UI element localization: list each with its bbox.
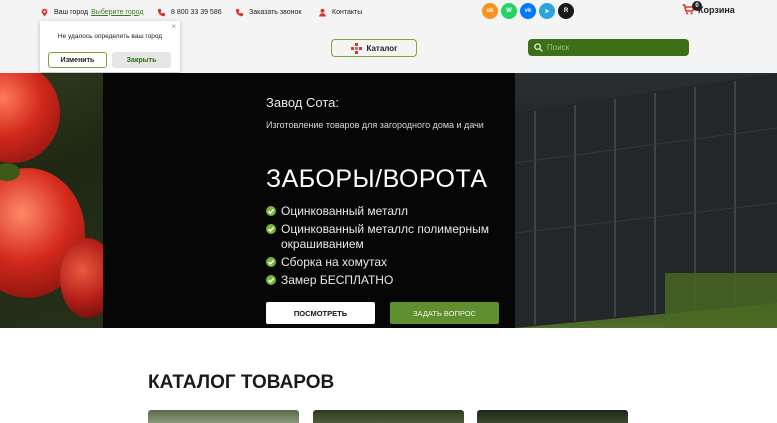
popup-message: Не удалось определить ваш город xyxy=(57,33,163,40)
cart-label: Корзина xyxy=(698,4,735,15)
catalog-button[interactable]: Каталог xyxy=(331,39,417,57)
feature-text: Оцинкованный металл xyxy=(281,204,408,218)
odnoklassniki-icon[interactable]: ok xyxy=(482,3,498,19)
check-circle-icon xyxy=(266,224,276,234)
page: Ваш город Выберите город 8 800 33 39 586… xyxy=(0,0,777,423)
rutube-icon[interactable]: R xyxy=(558,3,574,19)
catalog-card[interactable] xyxy=(148,410,299,423)
close-popup-button[interactable]: Закрыть xyxy=(112,52,171,68)
hero-description: Изготовление товаров для загородного дом… xyxy=(266,120,484,130)
catalog-card[interactable] xyxy=(477,410,628,423)
hero-banner: Завод Сота: Изготовление товаров для заг… xyxy=(0,73,777,328)
cart-count-badge: 0 xyxy=(692,1,702,11)
contacts-link[interactable]: Контакты xyxy=(318,6,362,18)
vk-icon[interactable]: vk xyxy=(520,3,536,19)
close-icon[interactable]: × xyxy=(171,22,176,31)
view-button[interactable]: ПОСМОТРЕТЬ xyxy=(266,302,375,324)
select-city-link[interactable]: Выберите город xyxy=(91,9,143,16)
catalog-grid-icon xyxy=(350,42,362,54)
telegram-icon[interactable]: ➤ xyxy=(539,3,555,19)
city-label: Ваш город xyxy=(54,8,89,16)
social-links: ok Wvk ➤ R xyxy=(482,3,574,19)
feature-text: Замер БЕСПЛАТНО xyxy=(281,273,394,287)
fence-photo xyxy=(515,73,777,328)
feature-item: Замер БЕСПЛАТНО xyxy=(266,273,511,288)
contacts-label: Контакты xyxy=(332,8,363,16)
hero-title: ЗАБОРЫ/ВОРОТА xyxy=(266,165,488,193)
catalog-title: КАТАЛОГ ТОВАРОВ xyxy=(148,372,335,393)
catalog-label: Каталог xyxy=(366,43,398,53)
city-selector[interactable]: Ваш город Выберите город xyxy=(40,6,143,18)
callback-label: Заказать звонок xyxy=(249,8,302,16)
city-popup: × Не удалось определить ваш город Измени… xyxy=(40,21,180,72)
phone-link[interactable]: 8 800 33 39 586 xyxy=(157,6,222,18)
hero-features: Оцинкованный металл Оцинкованный металлс … xyxy=(266,204,511,291)
callback-link[interactable]: Заказать звонок xyxy=(235,6,301,18)
feature-item: Сборка на хомутах xyxy=(266,255,511,270)
check-circle-icon xyxy=(266,257,276,267)
hero-company: Завод Сота: xyxy=(266,95,339,110)
feature-text: Оцинкованный металлс полимерным окрашива… xyxy=(281,222,490,251)
user-icon xyxy=(319,8,326,17)
phone-icon xyxy=(157,8,166,16)
change-city-button[interactable]: Изменить xyxy=(48,52,107,68)
check-circle-icon xyxy=(266,275,276,285)
cart-link[interactable]: 0 Корзина xyxy=(682,1,735,15)
ask-question-button[interactable]: ЗАДАТЬ ВОПРОС xyxy=(390,302,499,324)
search-input[interactable] xyxy=(547,43,677,52)
callback-phone-icon xyxy=(235,8,244,16)
feature-item: Оцинкованный металл xyxy=(266,204,511,219)
search-bar[interactable] xyxy=(528,39,689,56)
tomato-image xyxy=(0,73,103,328)
feature-item: Оцинкованный металлс полимерным окрашива… xyxy=(266,222,511,252)
whatsapp-icon[interactable]: W xyxy=(501,3,517,19)
feature-text: Сборка на хомутах xyxy=(281,255,388,269)
phone-number: 8 800 33 39 586 xyxy=(171,8,222,16)
catalog-card[interactable] xyxy=(313,410,464,423)
check-circle-icon xyxy=(266,206,276,216)
location-pin-icon xyxy=(41,8,48,17)
search-icon xyxy=(534,43,543,52)
